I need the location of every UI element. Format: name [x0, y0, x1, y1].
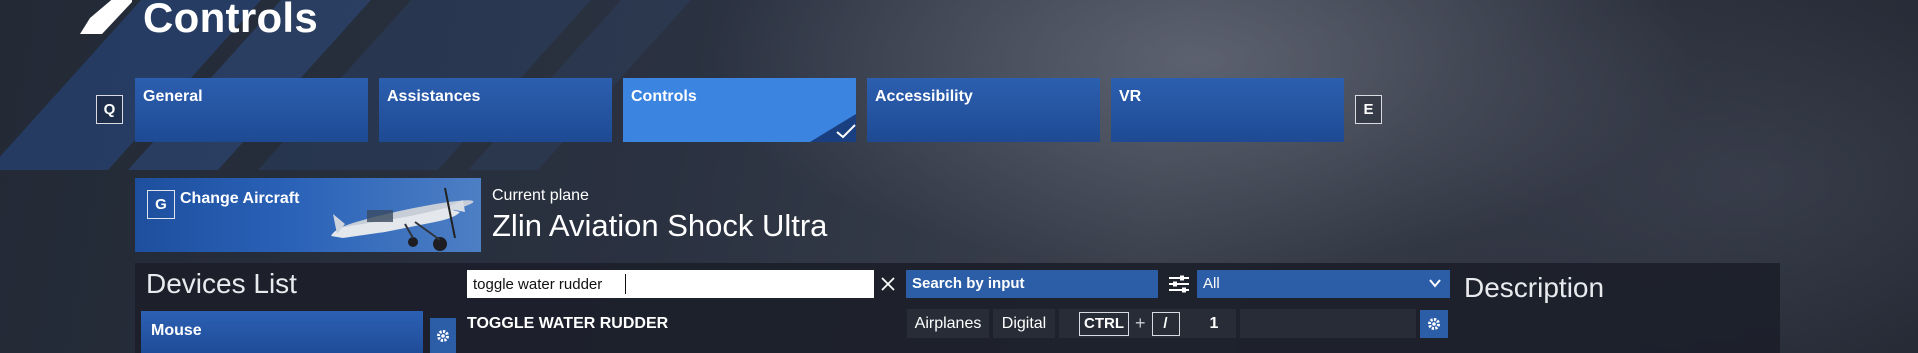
- gear-icon: [1428, 318, 1440, 330]
- page-title: Controls: [143, 0, 319, 41]
- prev-tab-key[interactable]: Q: [96, 95, 123, 124]
- binding-keys[interactable]: CTRL + / 1: [1059, 309, 1236, 338]
- tab-accessibility[interactable]: Accessibility: [867, 78, 1100, 142]
- clear-search-button[interactable]: [876, 270, 900, 298]
- tab-label: General: [143, 88, 203, 105]
- device-item-mouse[interactable]: Mouse: [141, 311, 423, 353]
- filter-icon: [1169, 275, 1189, 293]
- device-settings-button[interactable]: [430, 318, 456, 353]
- tab-vr[interactable]: VR: [1111, 78, 1344, 142]
- search-input[interactable]: [467, 270, 874, 298]
- gear-icon: [437, 329, 449, 342]
- change-aircraft-label: Change Aircraft: [180, 190, 300, 207]
- binding-category: Airplanes: [907, 309, 989, 338]
- binding-settings-button[interactable]: [1420, 310, 1448, 338]
- tab-assistances[interactable]: Assistances: [379, 78, 612, 142]
- chevron-down-icon: [1429, 279, 1441, 288]
- close-icon: [881, 277, 895, 291]
- key-cap: CTRL: [1079, 311, 1129, 336]
- plus-icon: +: [1135, 313, 1146, 333]
- search-by-input-button[interactable]: Search by input: [906, 270, 1158, 298]
- binding-count: 1: [1209, 314, 1219, 332]
- key-cap: /: [1151, 311, 1180, 336]
- binding-type: Digital: [993, 309, 1055, 338]
- current-plane-name: Zlin Aviation Shock Ultra: [492, 208, 828, 243]
- tab-label: Assistances: [387, 88, 481, 105]
- tab-label: Controls: [631, 88, 697, 105]
- devices-list-title: Devices List: [146, 268, 297, 299]
- tab-controls[interactable]: Controls: [623, 78, 856, 142]
- tab-label: VR: [1119, 88, 1142, 105]
- binding-secondary-slot[interactable]: [1240, 309, 1416, 338]
- device-label: Mouse: [151, 322, 202, 339]
- text-caret: [625, 274, 626, 294]
- aircraft-thumbnail: [331, 187, 474, 251]
- category-select[interactable]: All: [1197, 270, 1450, 298]
- binding-name[interactable]: TOGGLE WATER RUDDER: [467, 315, 668, 333]
- description-title: Description: [1464, 272, 1605, 303]
- current-plane-label: Current plane: [492, 187, 589, 204]
- category-selected-value: All: [1203, 275, 1220, 292]
- slash-logo-icon: [80, 0, 132, 34]
- checkmark-icon: [810, 114, 856, 142]
- next-tab-key[interactable]: E: [1355, 95, 1382, 124]
- tab-label: Accessibility: [875, 88, 973, 105]
- tab-general[interactable]: General: [135, 78, 368, 142]
- change-aircraft-button[interactable]: G Change Aircraft: [135, 178, 481, 252]
- filter-button[interactable]: [1164, 270, 1194, 298]
- change-aircraft-key: G: [147, 190, 175, 219]
